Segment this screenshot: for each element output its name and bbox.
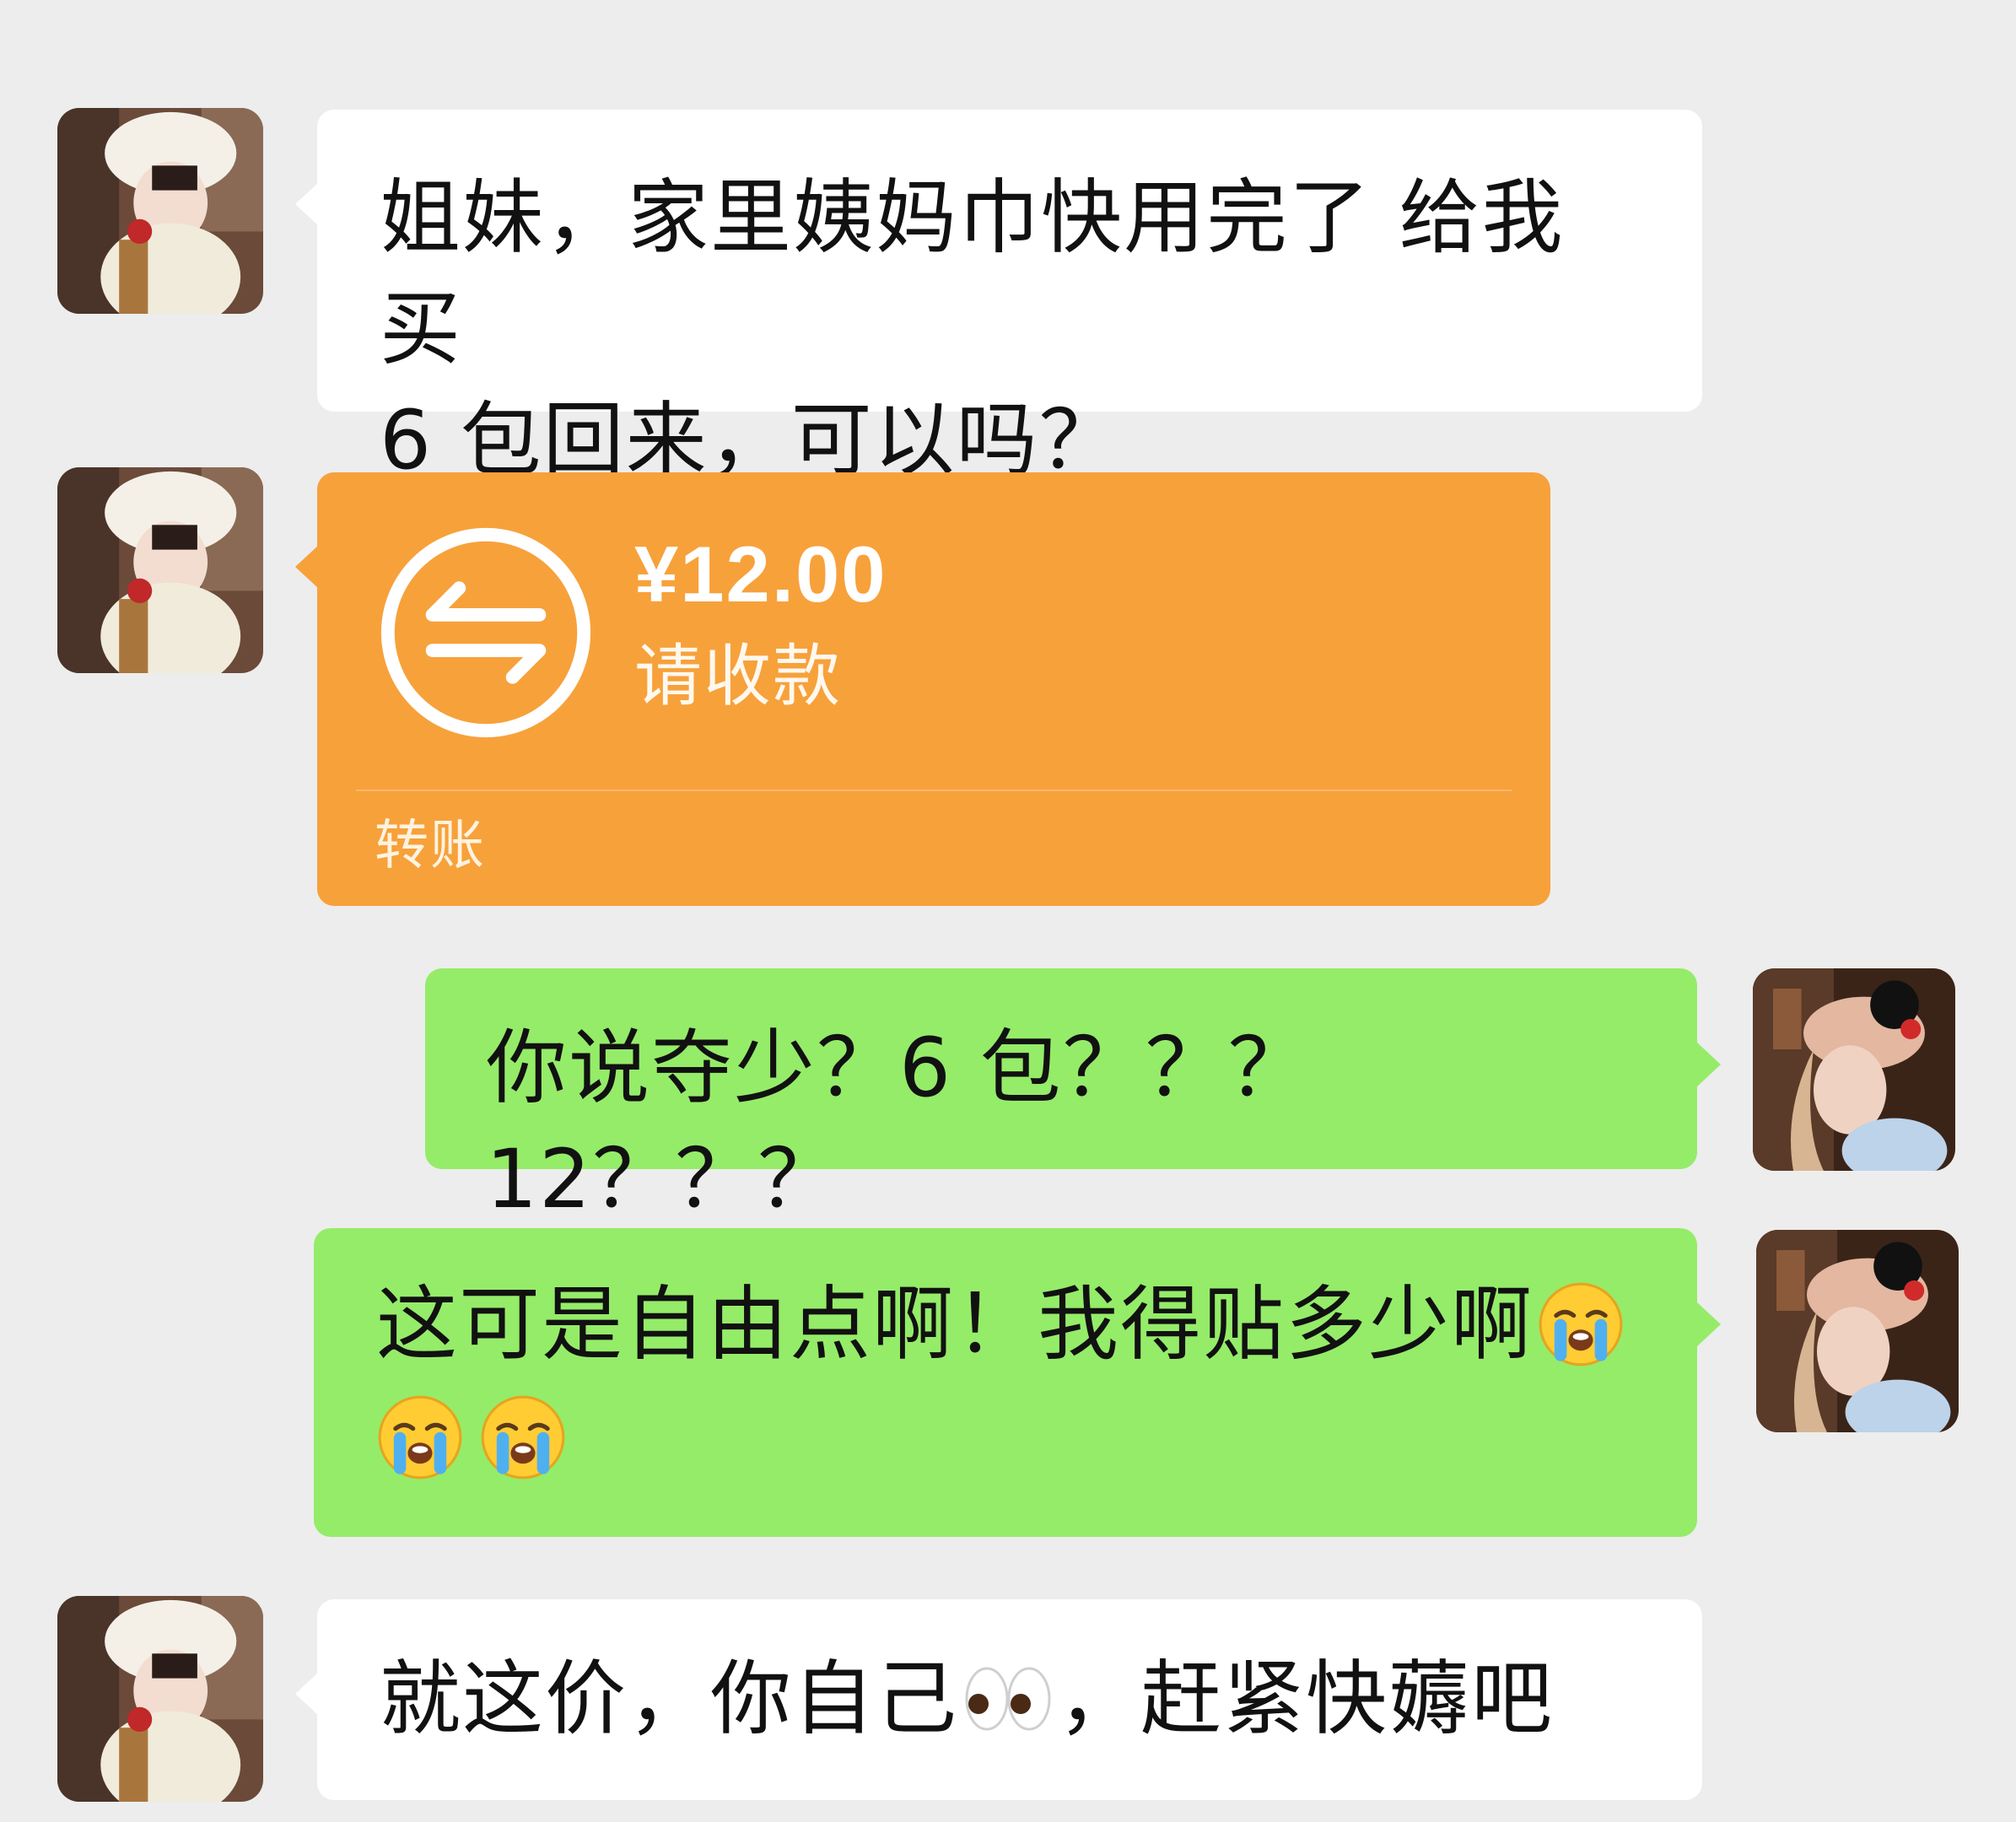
friend-avatar[interactable] <box>57 1596 263 1802</box>
loudly-crying-face-emoji <box>376 1393 464 1481</box>
message-line-2 <box>376 1382 1647 1493</box>
message-line-1: 这可是自由点啊！我得贴多少啊 <box>376 1269 1647 1380</box>
transfer-card[interactable]: ¥12.00 请收款 转账 <box>295 472 1550 906</box>
transfer-footer-label: 转账 <box>375 815 486 877</box>
transfer-divider <box>356 790 1512 791</box>
message-text: ，赶紧快薅吧 <box>1058 1652 1554 1746</box>
friend-avatar[interactable] <box>57 108 263 314</box>
message-text: 这可是自由点啊！我得贴多少啊 <box>376 1277 1534 1372</box>
friend-avatar[interactable] <box>57 467 263 673</box>
eyes-emoji <box>962 1655 1054 1743</box>
message-text: 姐妹，家里姨妈巾快用完了 给我买 6 包回来，可以吗？ <box>380 170 1565 488</box>
transfer-arrows-icon <box>375 521 597 744</box>
my-avatar[interactable] <box>1753 968 1955 1171</box>
loudly-crying-face-emoji <box>479 1393 567 1481</box>
message-bubble-4[interactable]: 这可是自由点啊！我得贴多少啊 <box>314 1228 1721 1537</box>
loudly-crying-face-emoji <box>1537 1280 1625 1368</box>
transfer-amount: ¥12.00 <box>634 530 887 618</box>
message-text: 你说夺少？6 包？？？12？？？ <box>486 1021 1311 1226</box>
message-text: 就这价，你自己 <box>380 1652 958 1746</box>
message-bubble-1[interactable]: 姐妹，家里姨妈巾快用完了 给我买 6 包回来，可以吗？ <box>295 110 1702 488</box>
my-avatar[interactable] <box>1756 1230 1959 1432</box>
message-bubble-5[interactable]: 就这价，你自己 ，赶紧快薅吧 <box>295 1599 1702 1800</box>
message-bubble-3[interactable]: 你说夺少？6 包？？？12？？？ <box>425 968 1721 1226</box>
transfer-status: 请收款 <box>634 637 842 715</box>
